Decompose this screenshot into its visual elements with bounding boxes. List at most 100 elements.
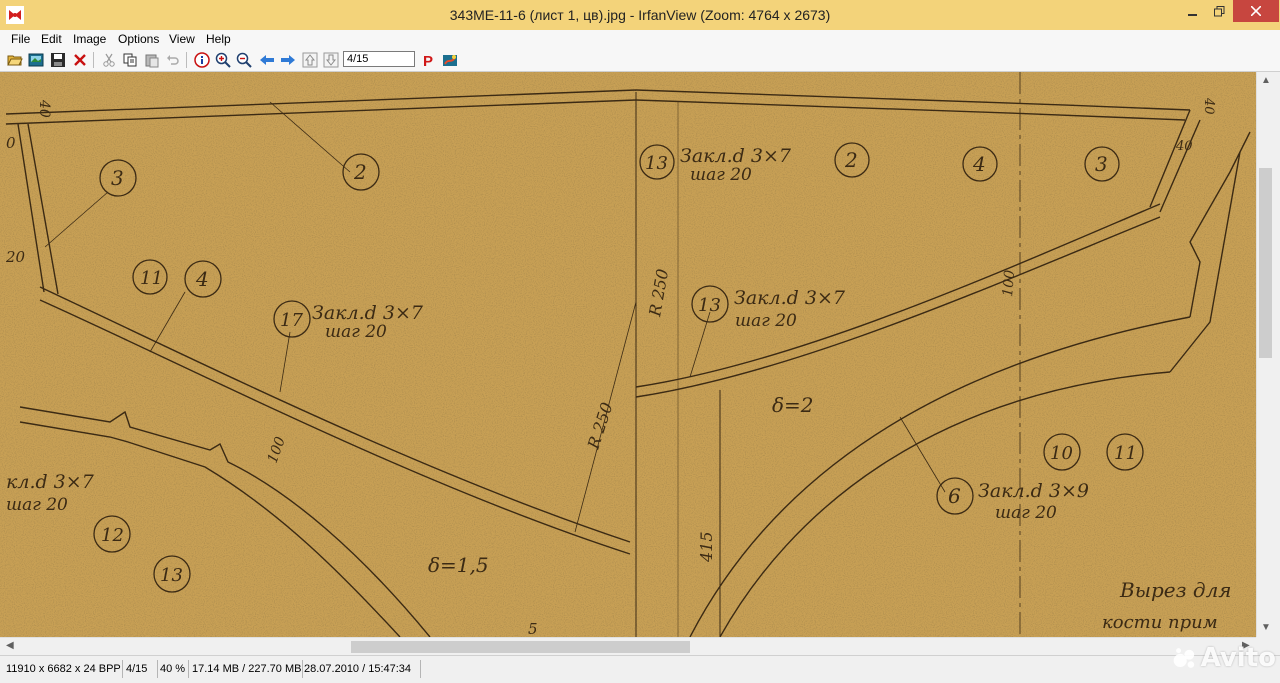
circle-17-label: 17 (280, 310, 303, 331)
cutout-note-line1: Вырез для (1119, 578, 1232, 602)
menu-bar: File Edit Image Options View Help (0, 30, 1280, 49)
save-icon (51, 53, 65, 67)
scanned-drawing: 40 0 20 3 2 11 4 17 Закл.d 3×7 шаг 20 13… (0, 72, 1256, 637)
open-button[interactable] (6, 51, 24, 69)
scroll-down-icon[interactable]: ▼ (1261, 622, 1271, 633)
paste-button[interactable] (143, 51, 161, 69)
previous-image-button[interactable] (258, 51, 276, 69)
status-image-dimensions: 11910 x 6682 x 24 BPP (6, 660, 123, 678)
first-page-icon (302, 52, 318, 68)
dim-5: 5 (528, 620, 538, 637)
note-left-line1: кл.d 3×7 (6, 471, 95, 493)
note-13-top-line2: шаг 20 (690, 165, 752, 185)
toolbar-separator (186, 52, 187, 68)
zoom-in-icon (215, 52, 231, 68)
avito-logo-icon (1173, 648, 1195, 668)
toolbar-separator (93, 52, 94, 68)
next-image-button[interactable] (279, 51, 297, 69)
dim-40-right: 40 (1175, 139, 1193, 154)
vertical-scrollbar[interactable]: ▲ ▼ (1256, 72, 1274, 637)
cutout-note-line2: кости прим (1102, 612, 1218, 633)
menu-edit[interactable]: Edit (41, 32, 62, 46)
note-13-mid-line2: шаг 20 (735, 311, 797, 331)
menu-help[interactable]: Help (206, 32, 231, 46)
menu-file[interactable]: File (11, 32, 30, 46)
dim-20-left: 20 (5, 248, 26, 266)
dim-40-right-vertical: 40 (1201, 97, 1216, 115)
circle-3-right-label: 3 (1095, 152, 1108, 176)
svg-text:P: P (423, 53, 433, 68)
note-6-line1: Закл.d 3×9 (978, 480, 1089, 502)
open-icon (7, 55, 23, 66)
horizontal-scrollbar[interactable]: ◀ ▶ (0, 637, 1256, 655)
vertical-scroll-thumb[interactable] (1259, 168, 1272, 358)
note-left-line2: шаг 20 (6, 495, 68, 515)
title-bar: 343ME-11-6 (лист 1, цв).jpg - IrfanView … (0, 0, 1280, 31)
avito-watermark-text: Avito (1200, 643, 1276, 673)
restore-icon (1213, 5, 1224, 16)
scroll-up-icon[interactable]: ▲ (1261, 75, 1271, 86)
status-page: 4/15 (126, 660, 158, 678)
menu-options[interactable]: Options (118, 32, 159, 46)
note-13-mid-line1: Закл.d 3×7 (734, 287, 846, 309)
previous-icon (260, 55, 274, 65)
save-button[interactable] (49, 51, 67, 69)
status-memory: 17.14 MB / 227.70 MB (192, 660, 303, 678)
close-window-button[interactable] (1233, 0, 1279, 22)
status-file-date: 28.07.2010 / 15:47:34 (304, 660, 421, 678)
minimize-button[interactable] (1180, 0, 1206, 22)
copy-icon (123, 53, 137, 67)
delete-icon (74, 54, 86, 66)
print-button[interactable]: P (419, 51, 437, 69)
paste-icon (145, 54, 159, 68)
page-number-field[interactable] (343, 51, 415, 67)
close-icon (1251, 6, 1261, 16)
status-bar: 11910 x 6682 x 24 BPP 4/15 40 % 17.14 MB… (0, 655, 1280, 683)
circle-13-bottom-label: 13 (160, 565, 183, 586)
copy-button[interactable] (121, 51, 139, 69)
circle-4-right-label: 4 (972, 152, 986, 176)
circle-11-left-label: 11 (140, 268, 163, 289)
info-button[interactable] (193, 51, 211, 69)
delete-button[interactable] (71, 51, 89, 69)
cut-button[interactable] (100, 51, 118, 69)
circle-13-mid-label: 13 (698, 295, 721, 316)
zoom-in-button[interactable] (214, 51, 232, 69)
window-title: 343ME-11-6 (лист 1, цв).jpg - IrfanView … (449, 7, 831, 23)
image-viewport[interactable]: 40 0 20 3 2 11 4 17 Закл.d 3×7 шаг 20 13… (0, 72, 1256, 637)
circle-3-left-label: 3 (111, 166, 124, 190)
circle-2-right-label: 2 (844, 148, 858, 172)
thumbnails-button[interactable] (27, 51, 45, 69)
thickness-1-5: δ=1,5 (428, 553, 489, 577)
scroll-left-icon[interactable]: ◀ (6, 640, 14, 651)
note-6-line2: шаг 20 (995, 503, 1057, 523)
dim-40-left: 40 (36, 99, 52, 118)
undo-icon (167, 55, 179, 65)
horizontal-scroll-thumb[interactable] (351, 641, 690, 653)
menu-image[interactable]: Image (73, 32, 106, 46)
circle-4-left-label: 4 (195, 267, 209, 291)
dim-0-left: 0 (6, 134, 16, 152)
thickness-2: δ=2 (772, 393, 814, 417)
toolbar: P (0, 49, 1280, 72)
dim-100-right: 100 (1000, 269, 1018, 297)
note-13-top-line1: Закл.d 3×7 (680, 145, 792, 167)
circle-12-label: 12 (101, 525, 124, 546)
note-17-line2: шаг 20 (325, 322, 387, 342)
note-17-line1: Закл.d 3×7 (312, 302, 424, 324)
thumbnails-icon (28, 53, 44, 67)
undo-button[interactable] (164, 51, 182, 69)
status-zoom: 40 % (160, 660, 189, 678)
window-edge (1273, 72, 1280, 637)
circle-11-right-label: 11 (1114, 443, 1137, 464)
paint-button[interactable] (441, 51, 459, 69)
dim-415: 415 (697, 531, 716, 563)
zoom-out-button[interactable] (235, 51, 253, 69)
print-icon: P (423, 53, 433, 68)
maximize-button[interactable] (1206, 0, 1232, 22)
first-page-button[interactable] (301, 51, 319, 69)
last-page-button[interactable] (322, 51, 340, 69)
menu-view[interactable]: View (169, 32, 195, 46)
avito-watermark: Avito (1172, 640, 1276, 676)
cut-icon (103, 53, 115, 67)
